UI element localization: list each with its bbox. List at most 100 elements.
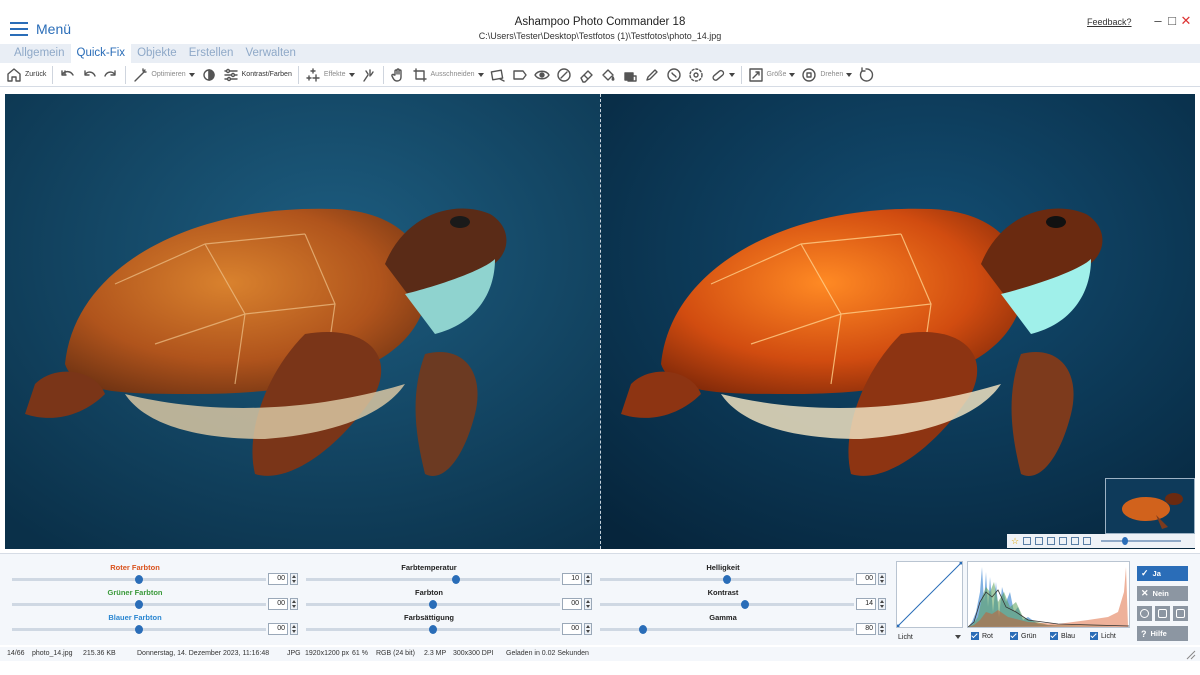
- temperature-knob[interactable]: [451, 575, 460, 584]
- close-button[interactable]: ✕: [1179, 13, 1193, 29]
- image-viewer[interactable]: ☆: [5, 94, 1195, 549]
- gamma-spinner[interactable]: [878, 623, 886, 635]
- save-button[interactable]: [1155, 606, 1170, 621]
- tab-quick-fix[interactable]: Quick-Fix: [70, 44, 132, 63]
- contrast-slider[interactable]: [600, 600, 854, 609]
- status-date: Donnerstag, 14. Dezember 2023, 11:16:48: [137, 650, 270, 657]
- filter-button[interactable]: [361, 64, 377, 86]
- tab-objekte[interactable]: Objekte: [131, 44, 183, 63]
- temperature-slider[interactable]: [306, 575, 560, 584]
- red-hue-knob[interactable]: [135, 575, 143, 584]
- contrast-knob[interactable]: [740, 600, 749, 609]
- rotate-free-button[interactable]: [858, 64, 874, 86]
- green-hue-value[interactable]: 00: [268, 598, 288, 610]
- brightness-spinner[interactable]: [878, 573, 886, 585]
- rotate-dropdown[interactable]: Drehen: [801, 64, 853, 86]
- blue-hue-value[interactable]: 00: [268, 623, 288, 635]
- contrast-value[interactable]: 14: [856, 598, 876, 610]
- gamma-slider[interactable]: [600, 625, 854, 634]
- patch-dropdown[interactable]: [710, 64, 735, 86]
- optimize-dropdown[interactable]: Optimieren: [132, 64, 195, 86]
- back-button[interactable]: Zurück: [6, 64, 46, 86]
- help-button[interactable]: ? Hilfe: [1137, 626, 1188, 641]
- histogram-blue-checkbox[interactable]: Blau: [1050, 632, 1075, 640]
- histogram-graph: [968, 567, 1129, 627]
- fill-button[interactable]: [600, 64, 616, 86]
- view-compare-icon[interactable]: [1035, 537, 1044, 545]
- undo-button[interactable]: [81, 64, 97, 86]
- hue-slider[interactable]: [306, 600, 560, 609]
- green-hue-slider[interactable]: [12, 600, 266, 609]
- eraser-button[interactable]: [578, 64, 594, 86]
- tone-curve[interactable]: [896, 561, 963, 628]
- navigator-thumbnail[interactable]: [1105, 478, 1195, 534]
- feedback-link[interactable]: Feedback?: [1087, 17, 1132, 27]
- view-grid-icon[interactable]: [1059, 537, 1068, 545]
- stamp-button[interactable]: [622, 64, 638, 86]
- contrast-label: Kontrast: [707, 588, 739, 597]
- blur-button[interactable]: [688, 64, 704, 86]
- resize-grip-icon[interactable]: [1184, 648, 1196, 660]
- brightness-value[interactable]: 00: [856, 573, 876, 585]
- star-icon[interactable]: ☆: [1011, 536, 1019, 547]
- tab-erstellen[interactable]: Erstellen: [183, 44, 240, 63]
- undo-all-button[interactable]: [59, 64, 75, 86]
- fit-screen-icon[interactable]: [1071, 537, 1080, 545]
- brightness-knob[interactable]: [723, 575, 731, 584]
- maximize-button[interactable]: □: [1165, 13, 1179, 29]
- checkbox-checked-icon: [1010, 632, 1018, 640]
- retouch-button[interactable]: [556, 64, 572, 86]
- cancel-button[interactable]: ✕ Nein: [1137, 586, 1188, 601]
- reset-button[interactable]: [1137, 606, 1152, 621]
- view-single-icon[interactable]: [1023, 537, 1032, 545]
- size-dropdown[interactable]: Größe: [748, 64, 796, 86]
- temperature-spinner[interactable]: [584, 573, 592, 585]
- smudge-button[interactable]: [666, 64, 682, 86]
- blue-hue-slider[interactable]: [12, 625, 266, 634]
- saturation-value[interactable]: 00: [562, 623, 582, 635]
- check-icon: ✓: [1141, 568, 1149, 578]
- red-hue-slider[interactable]: [12, 575, 266, 584]
- pen-button[interactable]: [644, 64, 660, 86]
- histogram-light-checkbox[interactable]: Licht: [1090, 632, 1116, 640]
- histogram-red-checkbox[interactable]: Rot: [971, 632, 993, 640]
- brightness-slider[interactable]: [600, 575, 854, 584]
- ok-button[interactable]: ✓ Ja: [1137, 566, 1188, 581]
- home-icon: [7, 67, 21, 82]
- red-eye-button[interactable]: [533, 64, 550, 86]
- histogram-green-checkbox[interactable]: Grün: [1010, 632, 1037, 640]
- green-hue-spinner[interactable]: [290, 598, 298, 610]
- saturation-slider[interactable]: [306, 625, 560, 634]
- tab-verwalten[interactable]: Verwalten: [239, 44, 302, 63]
- red-hue-value[interactable]: 00: [268, 573, 288, 585]
- hue-knob[interactable]: [429, 600, 437, 609]
- blue-hue-knob[interactable]: [135, 625, 143, 634]
- zoom-slider[interactable]: [1101, 537, 1182, 545]
- red-hue-spinner[interactable]: [290, 573, 298, 585]
- brightness-button[interactable]: [201, 64, 217, 86]
- save-as-button[interactable]: [1173, 606, 1188, 621]
- fullscreen-icon[interactable]: [1083, 537, 1092, 545]
- temperature-value[interactable]: 10: [562, 573, 582, 585]
- contrast-spinner[interactable]: [878, 598, 886, 610]
- gamma-value[interactable]: 80: [856, 623, 876, 635]
- effects-dropdown[interactable]: Effekte: [305, 64, 355, 86]
- crop-dropdown[interactable]: Ausschneiden: [412, 64, 484, 86]
- saturation-spinner[interactable]: [584, 623, 592, 635]
- tab-allgemein[interactable]: Allgemein: [8, 44, 71, 63]
- curve-channel-select[interactable]: Licht: [896, 631, 963, 643]
- zoom-slider-knob[interactable]: [1122, 537, 1129, 545]
- redo-button[interactable]: [103, 64, 119, 86]
- pan-button[interactable]: [390, 64, 406, 86]
- straighten-button[interactable]: [490, 64, 506, 86]
- gamma-knob[interactable]: [639, 625, 648, 634]
- minimize-button[interactable]: –: [1151, 13, 1165, 29]
- hue-spinner[interactable]: [584, 598, 592, 610]
- frame-button[interactable]: [512, 64, 528, 86]
- hue-value[interactable]: 00: [562, 598, 582, 610]
- saturation-knob[interactable]: [429, 625, 437, 634]
- view-split-icon[interactable]: [1047, 537, 1056, 545]
- contrast-colors-button[interactable]: Kontrast/Farben: [223, 64, 292, 86]
- blue-hue-spinner[interactable]: [290, 623, 298, 635]
- green-hue-knob[interactable]: [135, 600, 143, 609]
